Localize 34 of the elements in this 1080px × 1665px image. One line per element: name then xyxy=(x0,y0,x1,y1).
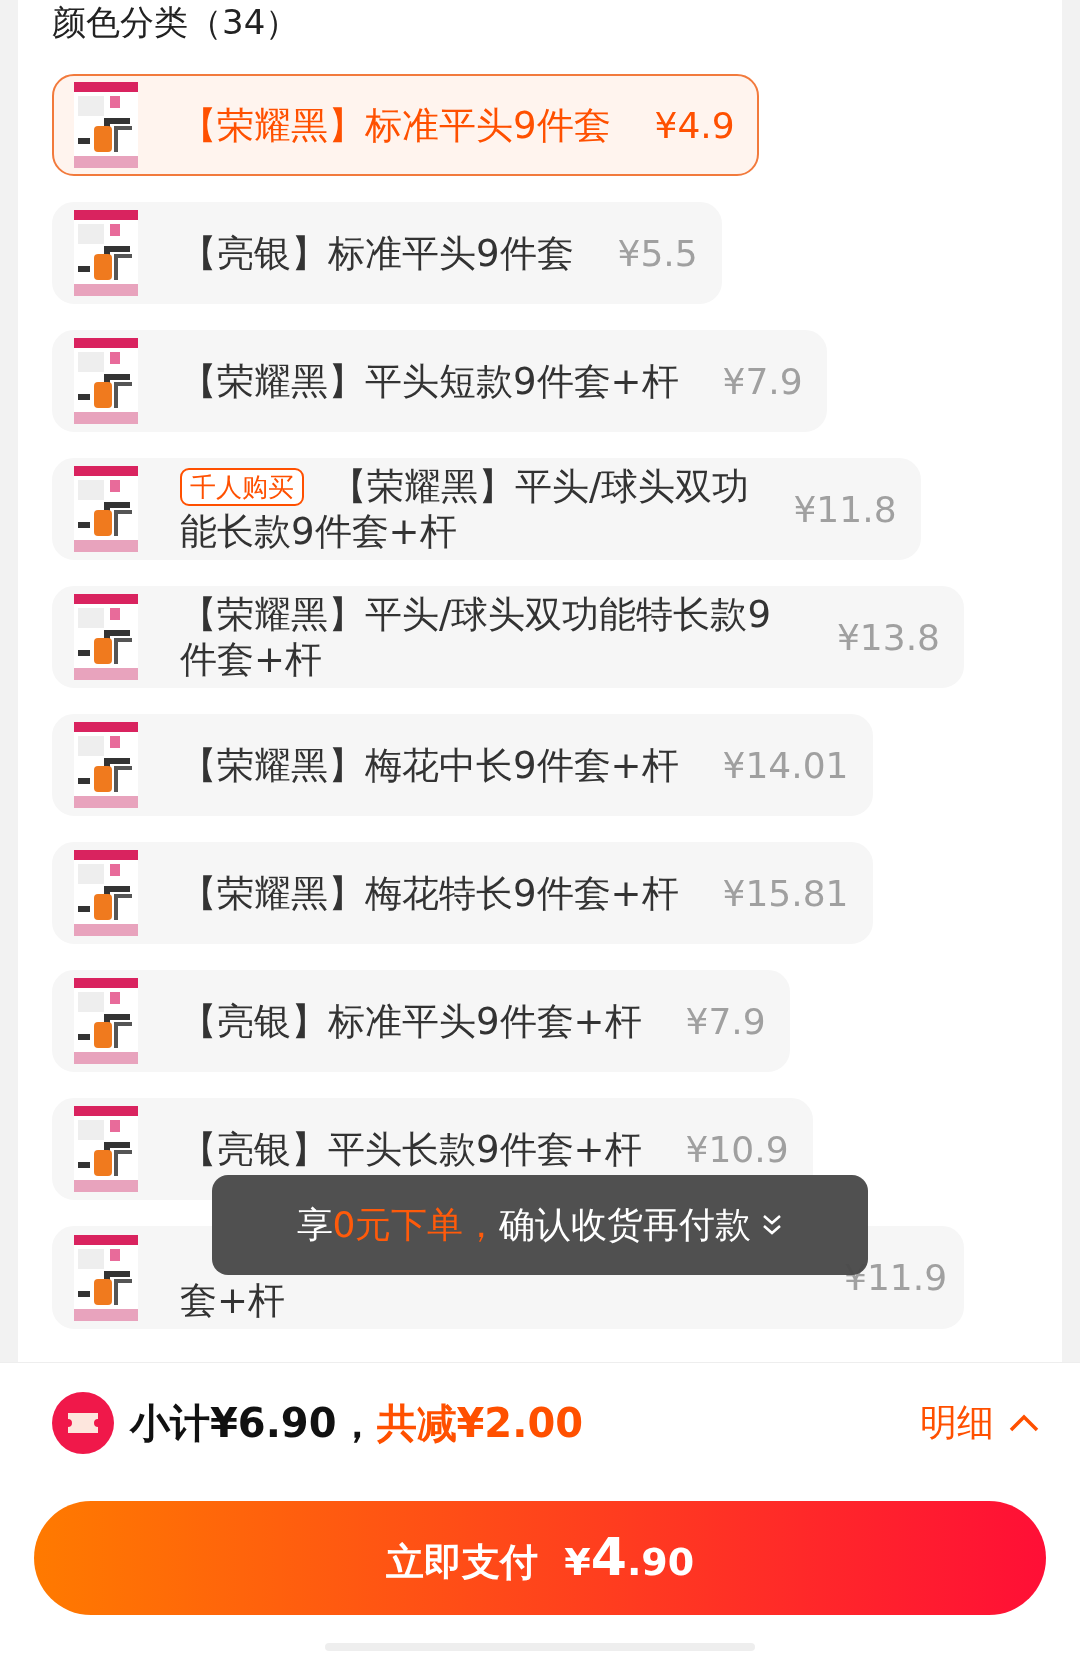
option-price: ¥10.9 xyxy=(684,1128,789,1170)
variant-option[interactable]: 【荣耀黑】平头短款9件套+杆 ¥7.9 xyxy=(52,330,827,432)
option-label: 【亮银】平头长款9件套+杆 xyxy=(180,1126,642,1172)
option-price: ¥7.9 xyxy=(721,360,803,402)
option-price: ¥11.8 xyxy=(792,488,897,530)
option-label: 【荣耀黑】平头/球头双功 xyxy=(330,464,750,509)
option-label: 能长款9件套+杆 xyxy=(180,509,457,554)
option-label: 【荣耀黑】标准平头9件套 xyxy=(180,102,611,148)
option-label: 【亮银】标准平头9件套 xyxy=(180,230,574,276)
ticket-icon xyxy=(52,1392,114,1454)
option-price: ¥15.81 xyxy=(721,872,849,914)
tag: 千人购买 xyxy=(180,467,304,506)
option-price: ¥13.8 xyxy=(835,616,940,658)
option-label: 【亮银】标准平头9件套+杆 xyxy=(180,998,642,1044)
variant-option[interactable]: 千人购买 【荣耀黑】平头/球头双功 能长款9件套+杆 ¥11.8 xyxy=(52,458,921,560)
option-label: 套+杆 xyxy=(180,1278,285,1323)
variant-option[interactable]: 【亮银】标准平头9件套+杆 ¥7.9 xyxy=(52,970,790,1072)
option-price: ¥5.5 xyxy=(616,232,698,274)
variant-option[interactable]: 【荣耀黑】梅花中长9件套+杆 ¥14.01 xyxy=(52,714,873,816)
section-title: 颜色分类（34） xyxy=(52,1,300,44)
discount-text: 共减¥2.00 xyxy=(376,1398,584,1448)
option-price: ¥4.9 xyxy=(653,104,735,146)
pay-button[interactable]: 立即支付 ¥4.90 xyxy=(34,1501,1046,1615)
variant-option[interactable]: 【荣耀黑】梅花特长9件套+杆 ¥15.81 xyxy=(52,842,873,944)
variant-option[interactable]: 【荣耀黑】平头/球头双功能特长款9件套+杆 ¥13.8 xyxy=(52,586,964,688)
subtotal-text: 小计¥6.90， xyxy=(130,1398,377,1448)
option-price: ¥14.01 xyxy=(721,744,849,786)
option-label: 【荣耀黑】平头/球头双功能特长款9件套+杆 xyxy=(180,592,772,682)
option-label: 【荣耀黑】梅花中长9件套+杆 xyxy=(180,742,679,788)
option-price: ¥7.9 xyxy=(684,1000,766,1042)
option-label: 【荣耀黑】平头短款9件套+杆 xyxy=(180,358,679,404)
variant-option[interactable]: 【亮银】标准平头9件套 ¥5.5 xyxy=(52,202,722,304)
caret-up-icon xyxy=(1008,1413,1040,1433)
option-label: 【荣耀黑】梅花特长9件套+杆 xyxy=(180,870,679,916)
